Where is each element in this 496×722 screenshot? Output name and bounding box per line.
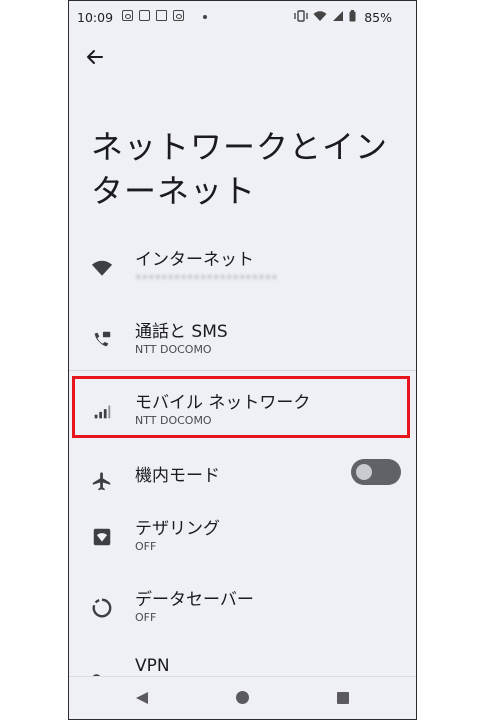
settings-item-internet[interactable]: インターネット •••••••••••••••••••••• bbox=[69, 235, 416, 305]
status-bar: 10:09 85% bbox=[69, 1, 416, 35]
airplane-mode-toggle[interactable] bbox=[351, 459, 401, 485]
settings-item-data-saver[interactable]: データセーバー OFF bbox=[69, 575, 416, 645]
wifi-icon bbox=[313, 11, 327, 21]
settings-item-calls-sms[interactable]: 通話と SMS NTT DOCOMO bbox=[69, 307, 416, 377]
gift-icon bbox=[156, 10, 167, 21]
divider bbox=[69, 370, 416, 371]
data-saver-icon bbox=[92, 598, 112, 618]
item-label: VPN bbox=[135, 656, 170, 676]
status-time: 10:09 bbox=[77, 10, 114, 25]
airplane-icon bbox=[92, 472, 111, 491]
navigation-bar bbox=[69, 676, 416, 719]
recents-square-icon[interactable] bbox=[337, 692, 349, 704]
item-label: データセーバー bbox=[135, 590, 254, 610]
back-triangle-icon[interactable] bbox=[135, 691, 149, 705]
item-label: 機内モード bbox=[135, 466, 220, 486]
page-title-line2: ターネット bbox=[91, 172, 257, 210]
item-subtitle: •••••••••••••••••••••• bbox=[135, 271, 278, 284]
item-subtitle: OFF bbox=[135, 611, 157, 624]
battery-icon bbox=[349, 10, 356, 22]
settings-item-tethering[interactable]: テザリング OFF bbox=[69, 504, 416, 574]
page-title-line1: ネットワークとイン bbox=[91, 128, 389, 166]
highlight-box bbox=[72, 376, 410, 438]
media-icon bbox=[139, 10, 150, 21]
back-button[interactable] bbox=[83, 45, 107, 69]
item-subtitle: OFF bbox=[135, 540, 157, 553]
notification-dot bbox=[203, 15, 207, 19]
d-icon bbox=[173, 10, 184, 21]
phone-screen: 10:09 85% ネットワークとイン ターネット インターネット ••••••… bbox=[68, 0, 417, 720]
d-icon bbox=[122, 10, 133, 21]
toggle-thumb bbox=[356, 464, 372, 480]
item-label: インターネット bbox=[135, 250, 254, 270]
battery-percent: 85% bbox=[364, 10, 392, 25]
page-title: ネットワークとイン ターネット bbox=[91, 125, 391, 213]
hotspot-icon bbox=[93, 528, 111, 546]
home-circle-icon[interactable] bbox=[236, 691, 249, 704]
item-label: 通話と SMS bbox=[135, 322, 228, 342]
signal-icon bbox=[333, 11, 343, 21]
call-sms-icon bbox=[94, 331, 111, 347]
vibrate-icon bbox=[294, 10, 308, 22]
item-label: テザリング bbox=[135, 519, 220, 539]
item-subtitle: NTT DOCOMO bbox=[135, 343, 212, 356]
arrow-back-icon bbox=[87, 50, 103, 64]
wifi-icon bbox=[91, 260, 113, 276]
